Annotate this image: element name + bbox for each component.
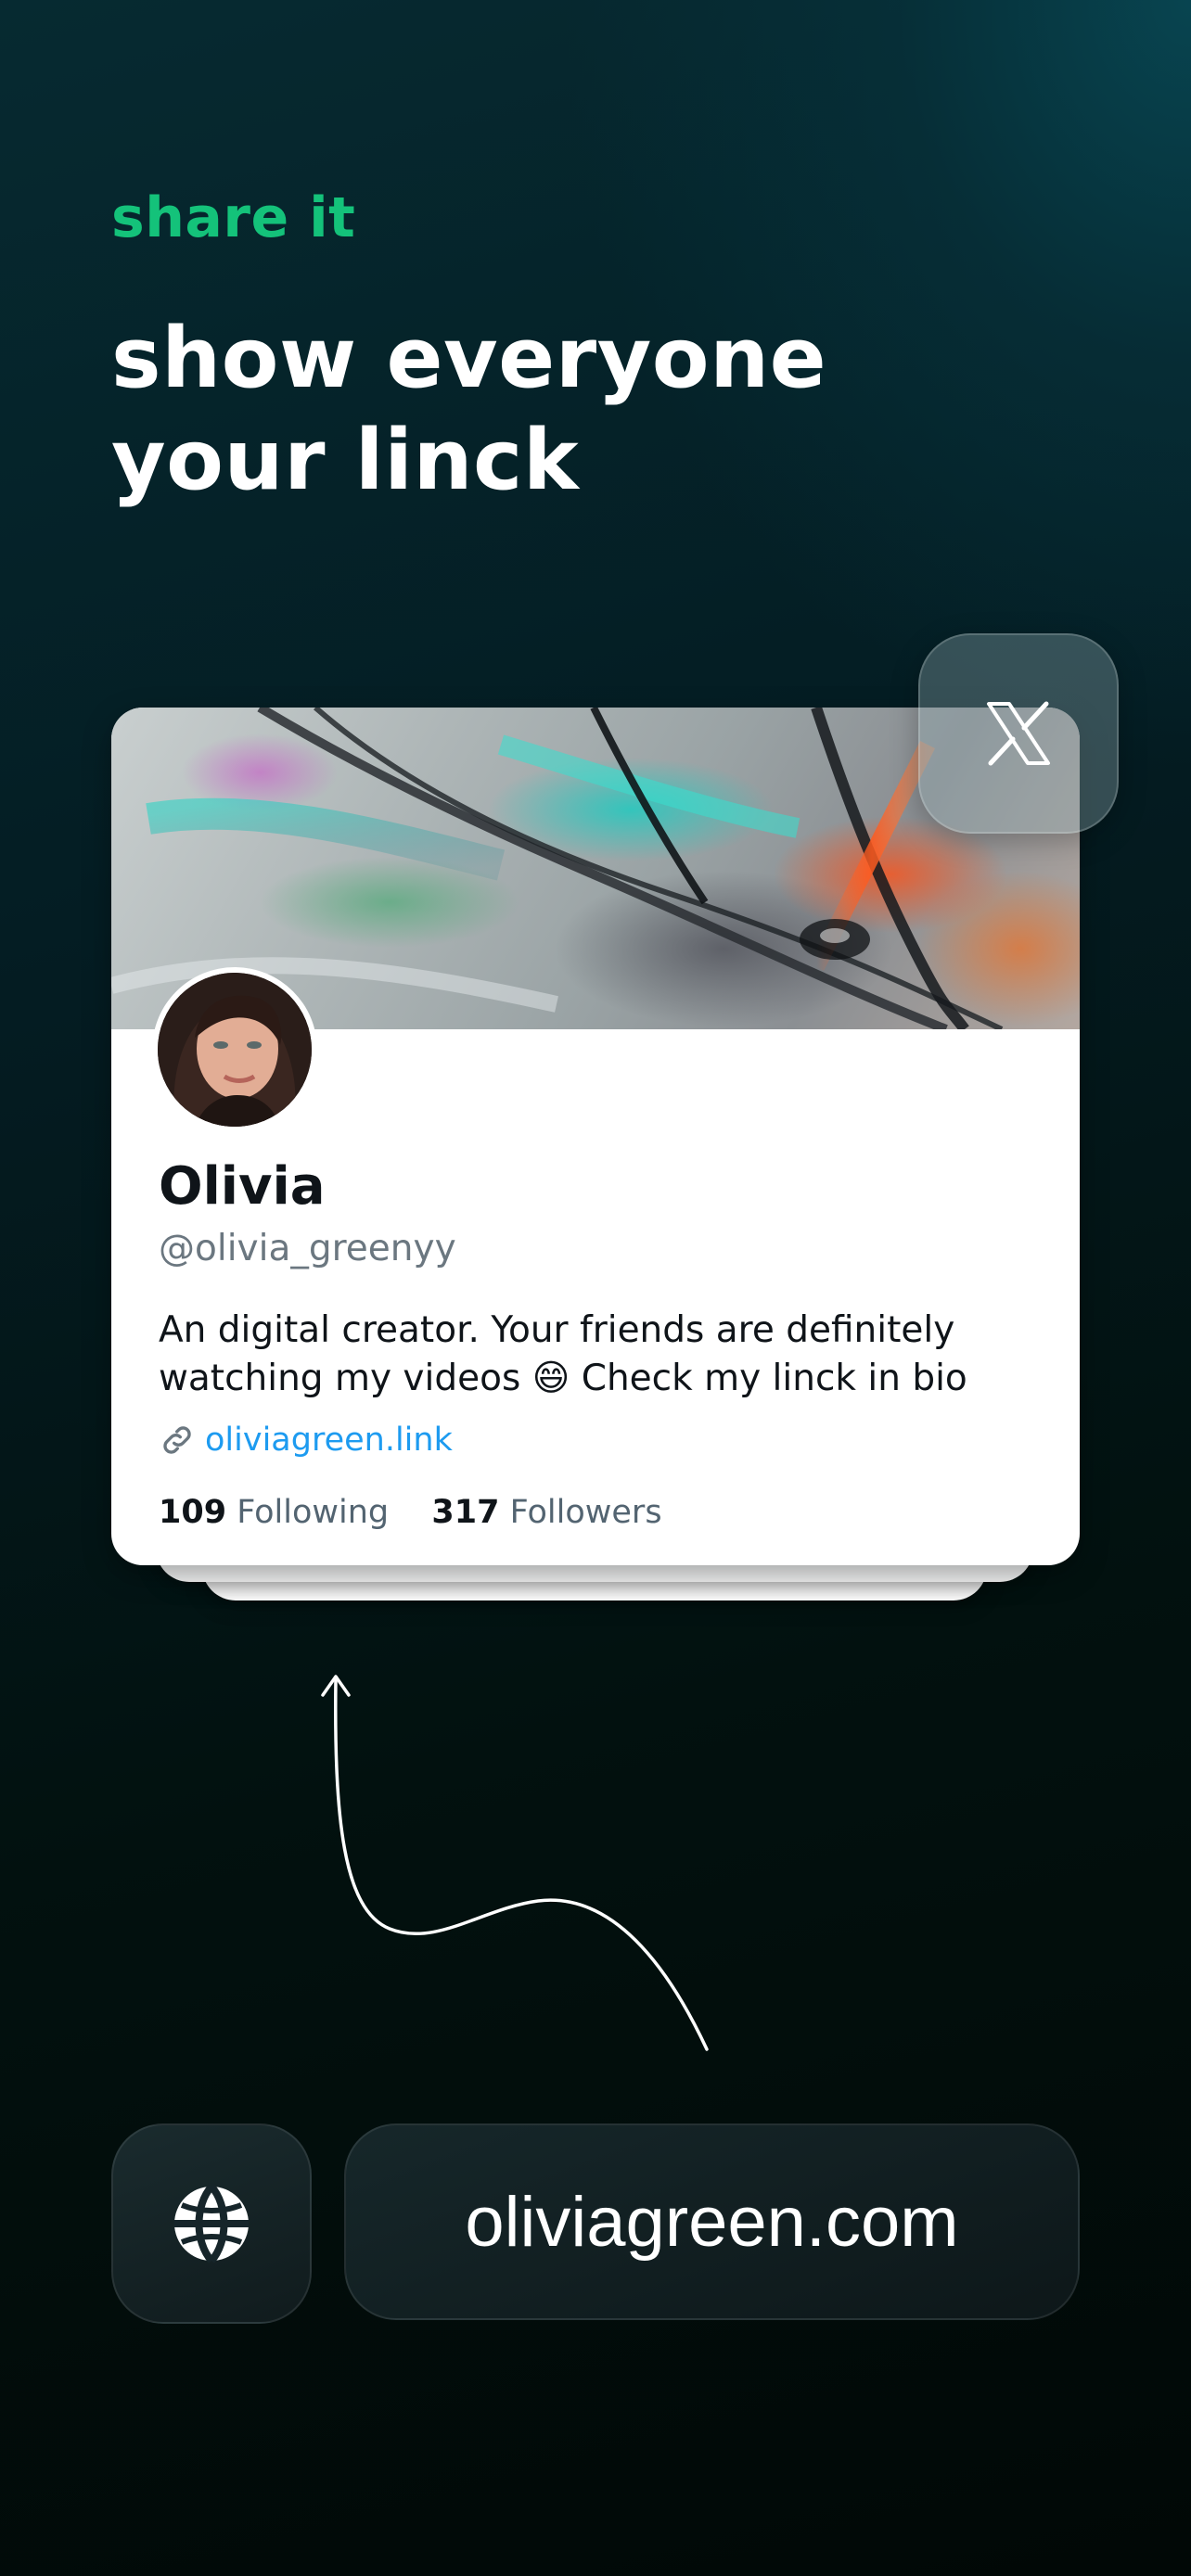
globe-button[interactable] — [111, 2123, 312, 2324]
globe-icon — [174, 2184, 249, 2264]
url-pill[interactable]: oliviagreen.com — [344, 2123, 1080, 2320]
url-text[interactable]: oliviagreen.com — [465, 2182, 958, 2263]
